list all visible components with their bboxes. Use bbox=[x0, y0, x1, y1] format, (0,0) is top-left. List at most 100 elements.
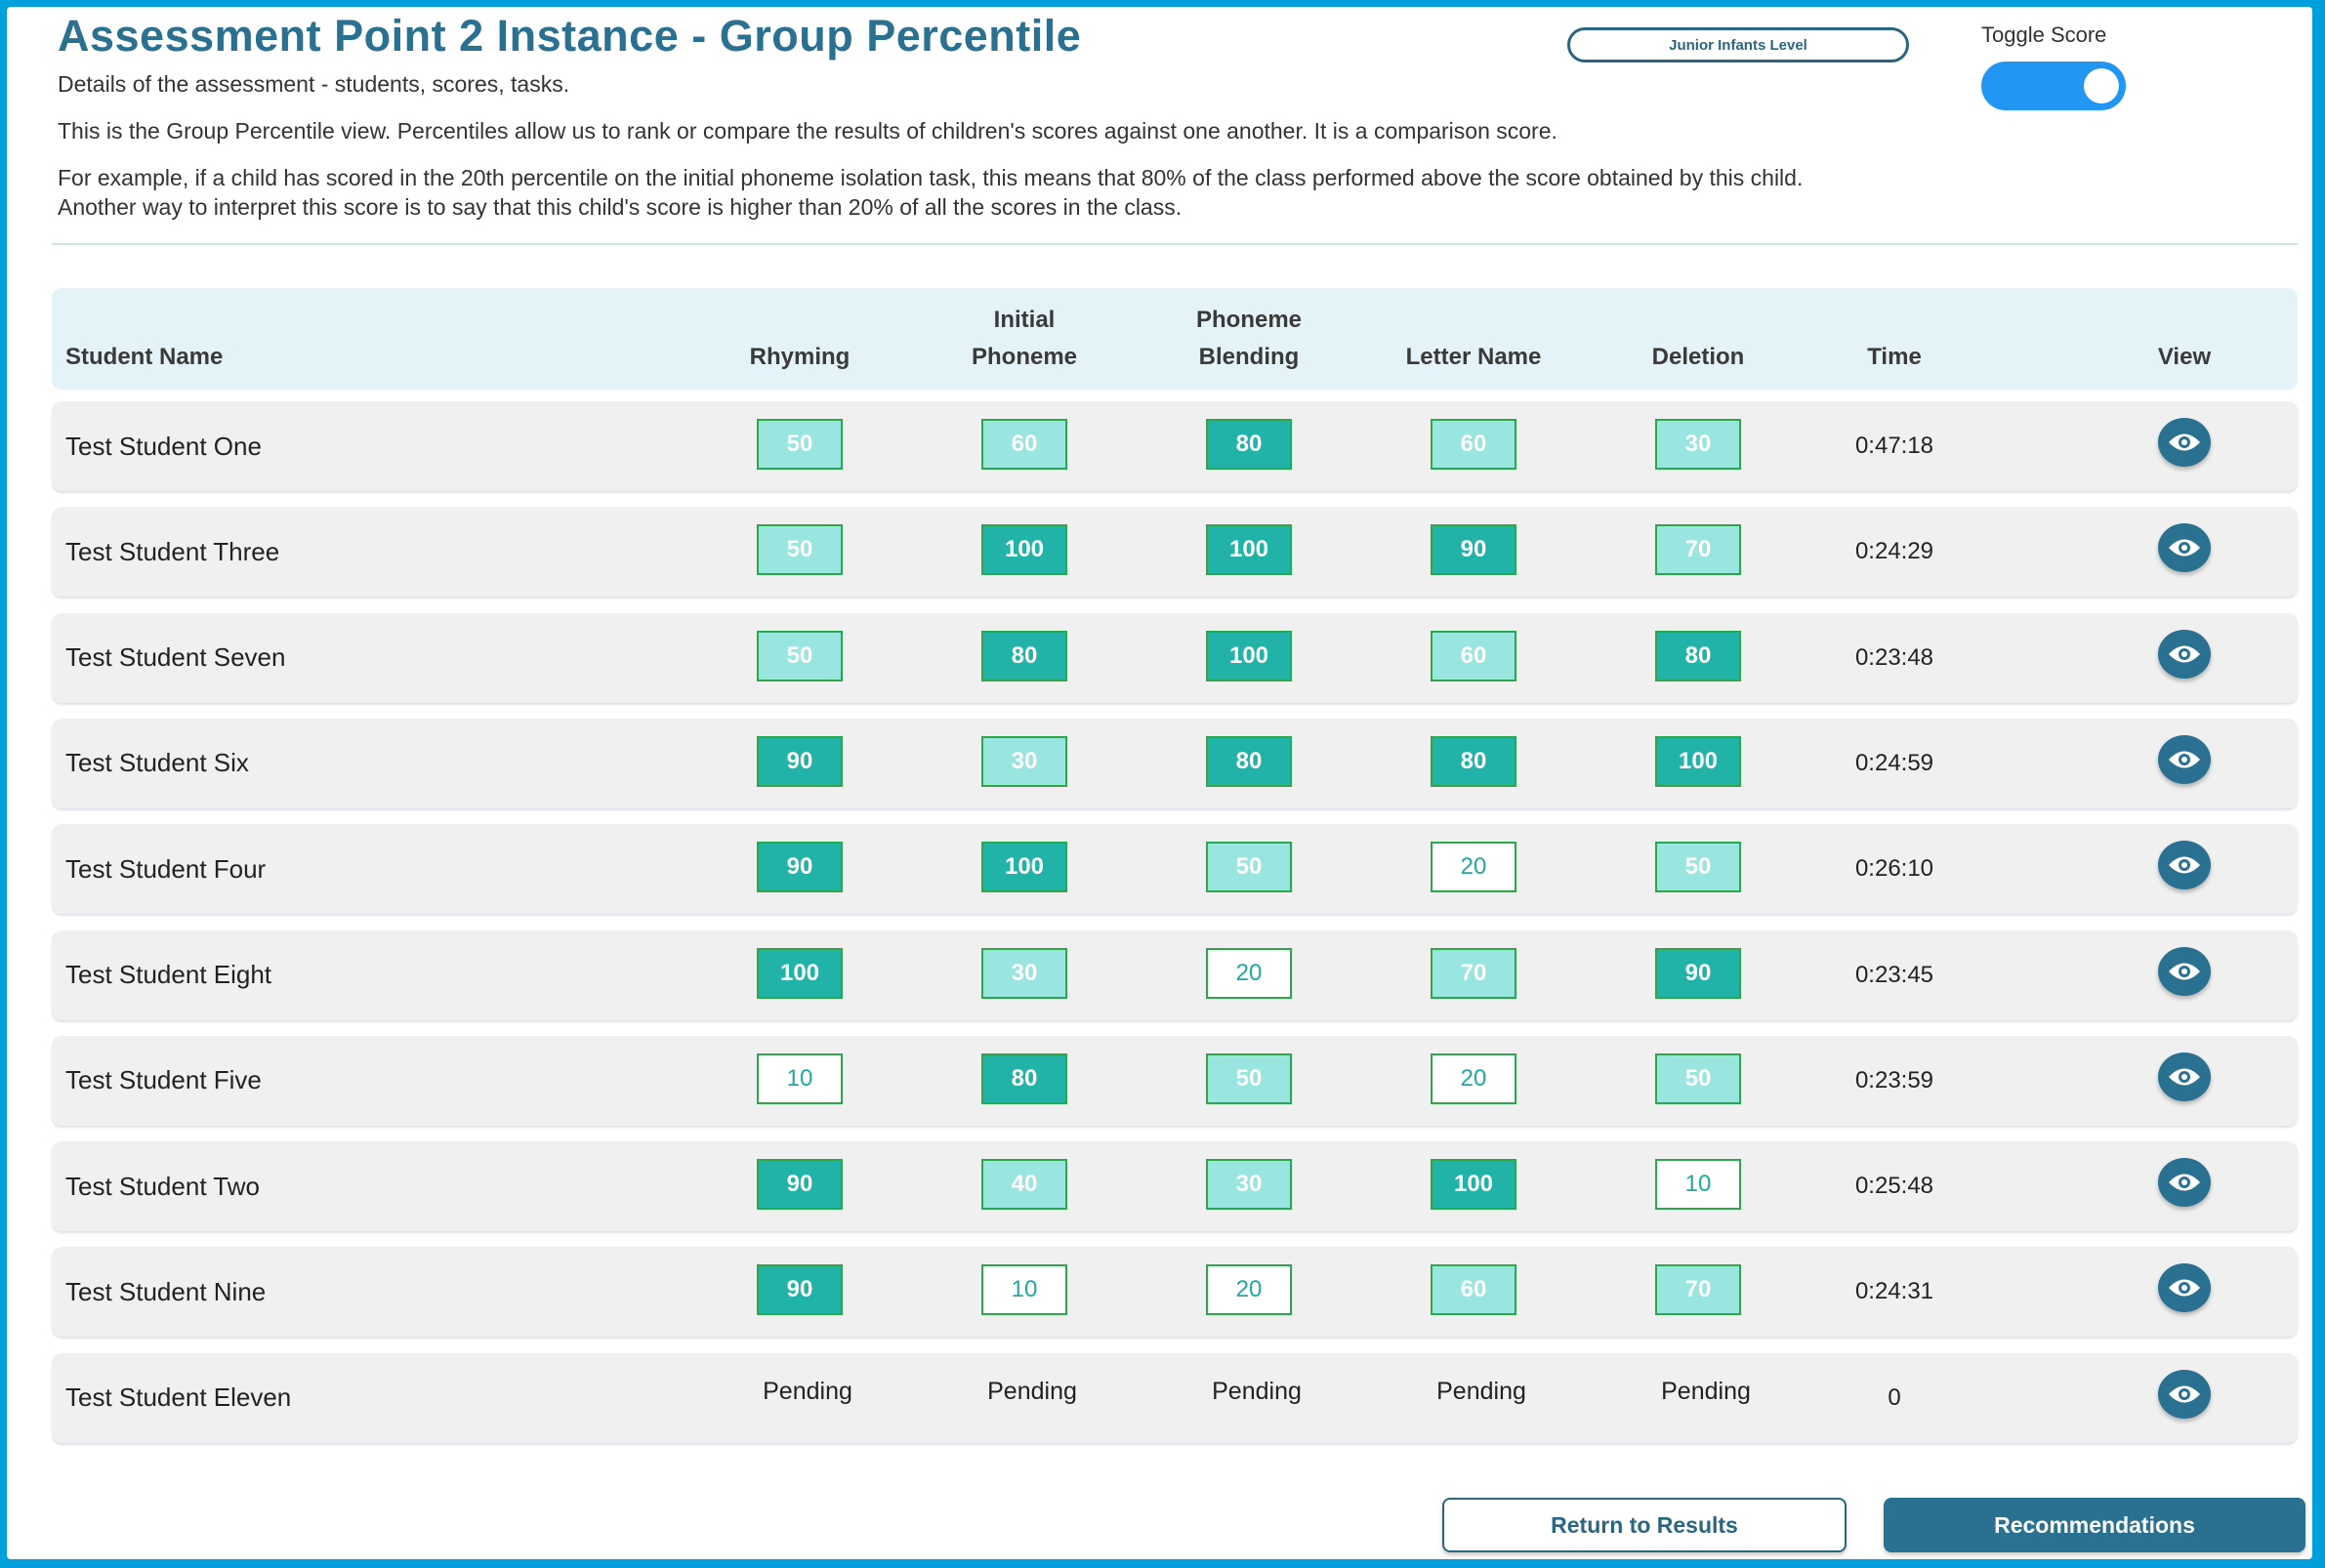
score-cell: 80 bbox=[1431, 735, 1516, 787]
score-cell: 60 bbox=[1431, 1264, 1516, 1316]
score-pending: Pending bbox=[763, 1378, 852, 1406]
score-pending: Pending bbox=[1661, 1378, 1751, 1406]
time-value: 0 bbox=[1888, 1383, 1901, 1411]
student-name: Test Student Two bbox=[65, 1171, 260, 1201]
col-time: Time bbox=[1867, 344, 1922, 370]
table-header: Student Name Rhyming Initial Phoneme Pho… bbox=[52, 288, 2298, 390]
col-deletion: Deletion bbox=[1651, 344, 1745, 370]
view-button[interactable] bbox=[2158, 734, 2211, 784]
time-value: 0:26:10 bbox=[1854, 855, 1934, 883]
score-cell: 60 bbox=[1431, 630, 1516, 681]
page-title: Assessment Point 2 Instance - Group Perc… bbox=[58, 11, 1082, 61]
score-cell: 100 bbox=[1431, 1159, 1516, 1211]
score-pending: Pending bbox=[1436, 1378, 1526, 1406]
student-name: Test Student Seven bbox=[65, 642, 286, 673]
score-cell: 90 bbox=[757, 1264, 843, 1316]
table-row: Test Student Seven 50 80 100 60 80 0:23:48 bbox=[52, 612, 2298, 703]
page-container: Assessment Point 2 Instance - Group Perc… bbox=[7, 7, 2312, 1559]
eye-icon bbox=[2168, 643, 2201, 665]
view-button[interactable] bbox=[2158, 1158, 2211, 1208]
return-to-results-button[interactable]: Return to Results bbox=[1442, 1498, 1847, 1552]
table-row: Test Student Eight 100 30 20 70 90 0:23:45 bbox=[52, 929, 2298, 1020]
score-cell: 20 bbox=[1206, 947, 1292, 999]
table-row: Test Student Six 90 30 80 80 100 0:24:59 bbox=[52, 718, 2298, 808]
student-name: Test Student Eight bbox=[65, 960, 272, 989]
score-cell: 80 bbox=[981, 1052, 1067, 1104]
score-cell: 50 bbox=[757, 630, 843, 681]
view-button[interactable] bbox=[2158, 1369, 2211, 1419]
eye-icon bbox=[2168, 1172, 2201, 1193]
score-cell: 50 bbox=[1206, 1052, 1292, 1104]
eye-icon bbox=[2168, 854, 2201, 876]
view-button[interactable] bbox=[2158, 841, 2211, 890]
table-row: Test Student Five 10 80 50 20 50 0:23:59 bbox=[52, 1035, 2298, 1126]
col-letter-name: Letter Name bbox=[1405, 344, 1542, 370]
student-name: Test Student Nine bbox=[65, 1276, 267, 1306]
time-value: 0:24:31 bbox=[1854, 1278, 1934, 1305]
view-button[interactable] bbox=[2158, 629, 2211, 679]
score-cell: 100 bbox=[1206, 524, 1292, 576]
score-cell: 90 bbox=[1655, 947, 1741, 999]
col-initial-phoneme-l2: Phoneme bbox=[971, 344, 1078, 370]
level-button[interactable]: Junior Infants Level bbox=[1567, 27, 1909, 62]
eye-icon bbox=[2168, 537, 2201, 558]
eye-icon bbox=[2168, 1277, 2201, 1299]
view-button[interactable] bbox=[2158, 523, 2211, 573]
example-text-2: Another way to interpret this score is t… bbox=[58, 194, 1183, 220]
time-value: 0:25:48 bbox=[1854, 1173, 1934, 1200]
score-cell: 20 bbox=[1431, 1052, 1516, 1104]
student-name: Test Student Eleven bbox=[65, 1382, 292, 1413]
score-cell: 50 bbox=[757, 524, 843, 576]
score-cell: 30 bbox=[1206, 1159, 1292, 1211]
student-name: Test Student Six bbox=[65, 748, 249, 778]
student-name: Test Student One bbox=[65, 431, 262, 461]
score-cell: 30 bbox=[1655, 419, 1741, 470]
recommendations-button[interactable]: Recommendations bbox=[1884, 1498, 2305, 1552]
col-phoneme-blending-l2: Blending bbox=[1198, 344, 1300, 370]
score-cell: 10 bbox=[757, 1052, 843, 1104]
intro-text: This is the Group Percentile view. Perce… bbox=[58, 118, 1557, 144]
score-cell: 100 bbox=[757, 947, 843, 999]
time-value: 0:23:48 bbox=[1854, 643, 1934, 671]
eye-icon bbox=[2168, 961, 2201, 982]
eye-icon bbox=[2168, 432, 2201, 453]
score-cell: 40 bbox=[981, 1159, 1067, 1211]
score-cell: 80 bbox=[981, 630, 1067, 681]
score-cell: 90 bbox=[757, 842, 843, 893]
score-cell: 90 bbox=[1431, 524, 1516, 576]
time-value: 0:23:59 bbox=[1854, 1066, 1934, 1093]
view-button[interactable] bbox=[2158, 1263, 2211, 1313]
table-row: Test Student Three 50 100 100 90 70 0:24:29 bbox=[52, 507, 2298, 598]
score-cell: 70 bbox=[1431, 947, 1516, 999]
col-view: View bbox=[2157, 344, 2212, 370]
score-cell: 90 bbox=[757, 735, 843, 787]
view-button[interactable] bbox=[2158, 1052, 2211, 1101]
time-value: 0:47:18 bbox=[1854, 433, 1934, 459]
score-cell: 70 bbox=[1655, 1264, 1741, 1316]
score-cell: 100 bbox=[981, 842, 1067, 893]
score-cell: 60 bbox=[1431, 419, 1516, 470]
score-cell: 20 bbox=[1206, 1264, 1292, 1316]
score-cell: 20 bbox=[1431, 842, 1516, 893]
col-student-name: Student Name bbox=[65, 344, 224, 370]
student-name: Test Student Three bbox=[65, 536, 280, 566]
view-button[interactable] bbox=[2158, 946, 2211, 996]
time-value: 0:23:45 bbox=[1854, 961, 1934, 988]
score-cell: 100 bbox=[1655, 735, 1741, 787]
view-button[interactable] bbox=[2158, 418, 2211, 467]
score-cell: 80 bbox=[1206, 419, 1292, 470]
time-value: 0:24:59 bbox=[1854, 749, 1934, 776]
eye-icon bbox=[2168, 749, 2201, 770]
toggle-score-switch[interactable] bbox=[1981, 62, 2126, 110]
score-cell: 50 bbox=[1655, 842, 1741, 893]
col-rhyming: Rhyming bbox=[749, 344, 851, 370]
score-cell: 80 bbox=[1655, 630, 1741, 681]
score-pending: Pending bbox=[987, 1378, 1077, 1406]
table-row: Test Student Eleven Pending Pending Pending… bbox=[52, 1352, 2298, 1443]
page-subtitle: Details of the assessment - students, sc… bbox=[58, 71, 570, 97]
score-cell: 80 bbox=[1206, 735, 1292, 787]
eye-icon bbox=[2168, 1383, 2201, 1405]
score-cell: 10 bbox=[981, 1264, 1067, 1316]
table-row: Test Student Nine 90 10 20 60 70 0:24:31 bbox=[52, 1247, 2298, 1338]
toggle-score-label: Toggle Score bbox=[1981, 22, 2107, 47]
